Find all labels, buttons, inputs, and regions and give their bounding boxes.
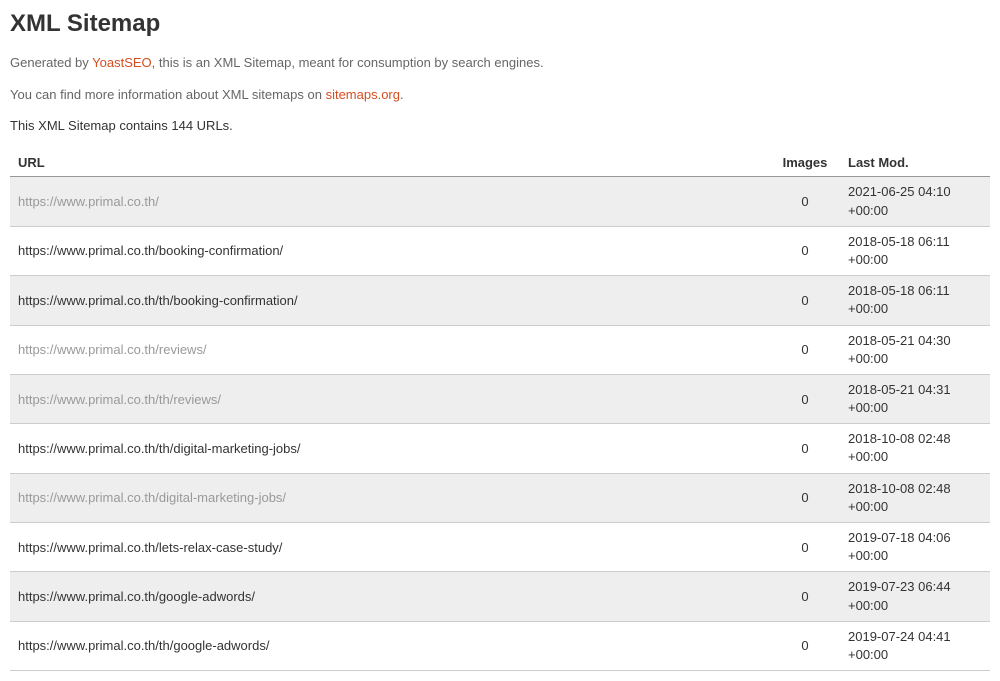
lastmod-cell: 2019-07-24 04:41 +00:00 [840,621,990,670]
url-link[interactable]: https://www.primal.co.th/digital-marketi… [18,490,286,505]
table-header-row: URL Images Last Mod. [10,149,990,177]
url-cell: https://www.primal.co.th/booking-confirm… [10,226,770,275]
desc1-pre: Generated by [10,55,92,70]
url-cell: https://www.primal.co.th/reviews/ [10,325,770,374]
images-cell: 0 [770,226,840,275]
table-row: https://www.primal.co.th/th/google-adwor… [10,621,990,670]
images-cell: 0 [770,276,840,325]
lastmod-cell: 2018-05-21 04:31 +00:00 [840,374,990,423]
url-cell: https://www.primal.co.th/google-adwords/ [10,572,770,621]
lastmod-cell: 2019-07-23 06:44 +00:00 [840,572,990,621]
images-cell: 0 [770,572,840,621]
description-line-1: Generated by YoastSEO, this is an XML Si… [10,54,990,72]
images-cell: 0 [770,621,840,670]
images-cell: 0 [770,424,840,473]
lastmod-cell: 2018-05-18 06:11 +00:00 [840,276,990,325]
table-row: https://www.primal.co.th/lets-relax-case… [10,523,990,572]
page-title: XML Sitemap [10,10,990,38]
lastmod-cell: 2018-10-08 02:48 +00:00 [840,473,990,522]
header-url: URL [10,149,770,177]
url-cell: https://www.primal.co.th/digital-marketi… [10,473,770,522]
table-row: https://www.primal.co.th/reviews/02018-0… [10,325,990,374]
sitemaps-link[interactable]: sitemaps.org [326,87,400,102]
url-cell: https://www.primal.co.th/th/reviews/ [10,374,770,423]
url-link[interactable]: https://www.primal.co.th/th/reviews/ [18,392,221,407]
header-images: Images [770,149,840,177]
lastmod-cell: 2019-07-18 04:06 +00:00 [840,523,990,572]
url-link[interactable]: https://www.primal.co.th/lets-relax-case… [18,540,282,555]
lastmod-cell: 2018-05-18 06:11 +00:00 [840,226,990,275]
images-cell: 0 [770,177,840,226]
url-cell: https://www.primal.co.th/th/booking-conf… [10,276,770,325]
images-cell: 0 [770,473,840,522]
url-link[interactable]: https://www.primal.co.th/ [18,194,159,209]
table-row: https://www.primal.co.th/digital-marketi… [10,473,990,522]
images-cell: 0 [770,374,840,423]
url-cell: https://www.primal.co.th/ [10,177,770,226]
desc2-pre: You can find more information about XML … [10,87,326,102]
table-row: https://www.primal.co.th/th/reviews/0201… [10,374,990,423]
url-cell: https://www.primal.co.th/th/google-adwor… [10,621,770,670]
lastmod-cell: 2018-05-21 04:30 +00:00 [840,325,990,374]
url-link[interactable]: https://www.primal.co.th/th/digital-mark… [18,441,301,456]
sitemap-table: URL Images Last Mod. https://www.primal.… [10,149,990,671]
lastmod-cell: 2021-06-25 04:10 +00:00 [840,177,990,226]
description-line-2: You can find more information about XML … [10,86,990,104]
images-cell: 0 [770,523,840,572]
url-count: This XML Sitemap contains 144 URLs. [10,118,990,133]
table-row: https://www.primal.co.th/02021-06-25 04:… [10,177,990,226]
url-link[interactable]: https://www.primal.co.th/google-adwords/ [18,589,255,604]
lastmod-cell: 2018-10-08 02:48 +00:00 [840,424,990,473]
url-cell: https://www.primal.co.th/lets-relax-case… [10,523,770,572]
yoast-link[interactable]: YoastSEO [92,55,152,70]
url-link[interactable]: https://www.primal.co.th/th/booking-conf… [18,293,298,308]
table-row: https://www.primal.co.th/th/booking-conf… [10,276,990,325]
url-link[interactable]: https://www.primal.co.th/booking-confirm… [18,243,283,258]
images-cell: 0 [770,325,840,374]
desc1-post: , this is an XML Sitemap, meant for cons… [152,55,544,70]
table-row: https://www.primal.co.th/booking-confirm… [10,226,990,275]
url-link[interactable]: https://www.primal.co.th/reviews/ [18,342,207,357]
desc2-post: . [400,87,404,102]
url-link[interactable]: https://www.primal.co.th/th/google-adwor… [18,638,269,653]
table-row: https://www.primal.co.th/th/digital-mark… [10,424,990,473]
url-cell: https://www.primal.co.th/th/digital-mark… [10,424,770,473]
header-lastmod: Last Mod. [840,149,990,177]
table-row: https://www.primal.co.th/google-adwords/… [10,572,990,621]
